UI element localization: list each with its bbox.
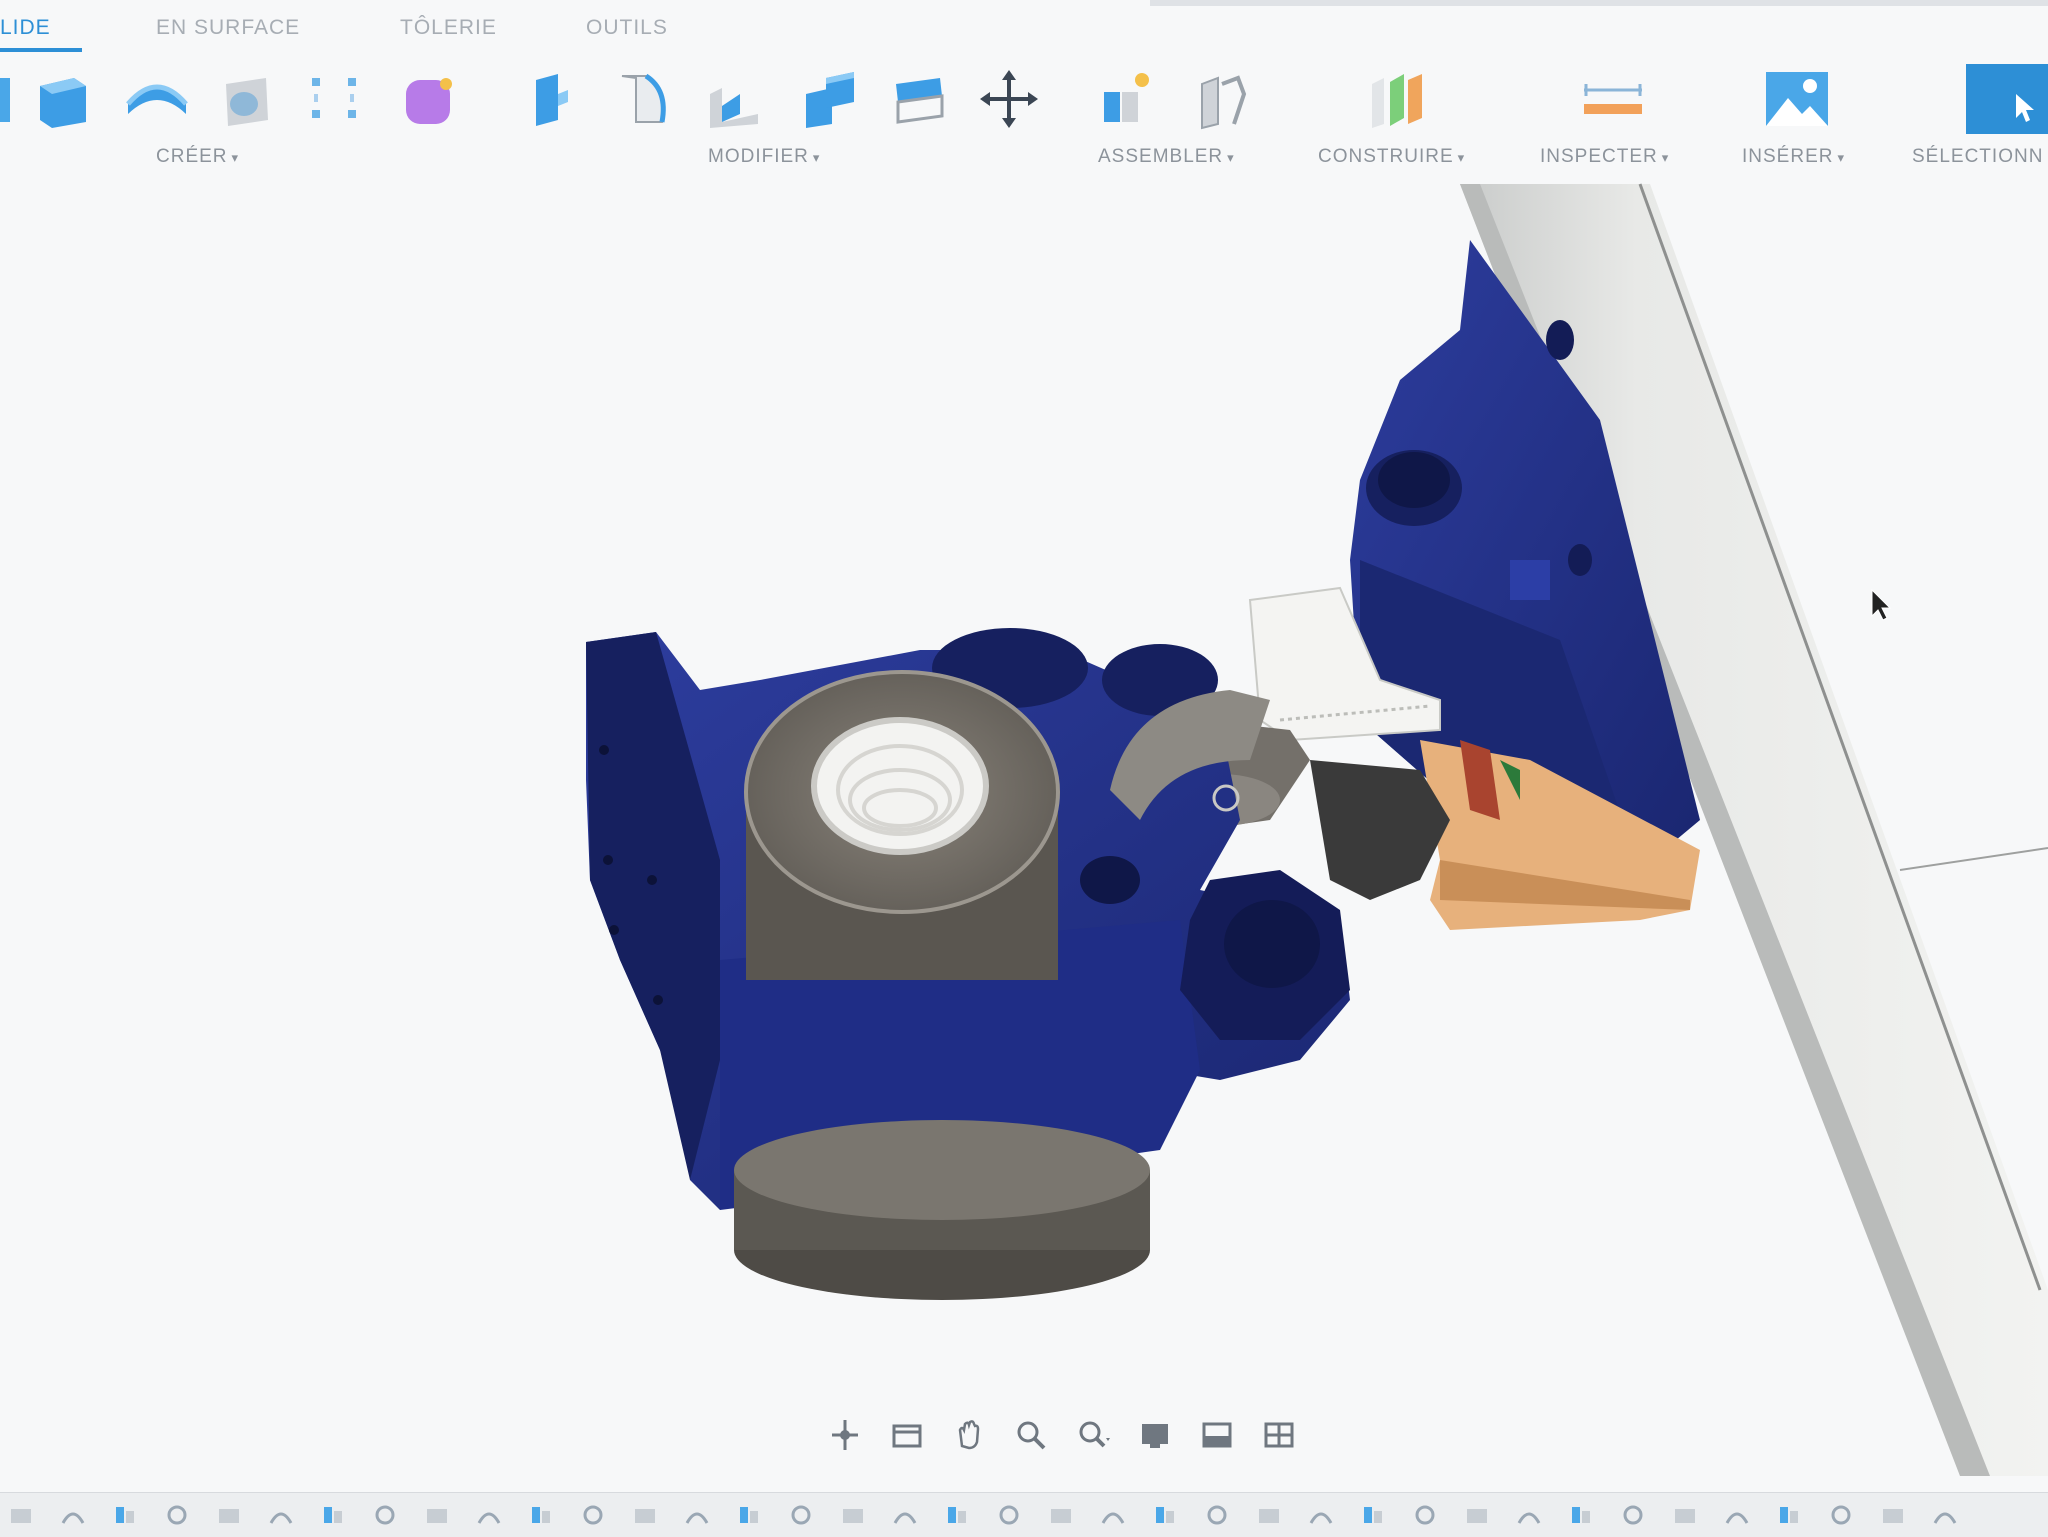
timeline-feature-icon[interactable]	[528, 1503, 554, 1527]
display-settings-icon[interactable]	[1130, 1412, 1180, 1458]
timeline-feature-icon[interactable]	[1828, 1503, 1854, 1527]
move-icon[interactable]	[974, 64, 1044, 134]
timeline-feature-icon[interactable]	[1308, 1503, 1334, 1527]
timeline-feature-icon[interactable]	[1724, 1503, 1750, 1527]
timeline[interactable]	[0, 1492, 2048, 1537]
orbit-icon[interactable]	[820, 1412, 870, 1458]
active-tab-indicator	[0, 48, 82, 52]
press-pull-icon[interactable]	[516, 64, 586, 134]
fit-icon[interactable]	[1068, 1412, 1118, 1458]
grid-settings-icon[interactable]	[1192, 1412, 1242, 1458]
tab-surface[interactable]: EN SURFACE	[156, 16, 300, 40]
construct-plane-icon[interactable]	[1364, 64, 1434, 134]
timeline-feature-icon[interactable]	[840, 1503, 866, 1527]
timeline-feature-icon[interactable]	[1256, 1503, 1282, 1527]
joint-icon[interactable]	[1188, 64, 1258, 134]
revolve-icon[interactable]	[122, 64, 192, 134]
timeline-feature-icon[interactable]	[996, 1503, 1022, 1527]
mouse-cursor	[1871, 588, 1892, 621]
insert-image-icon[interactable]	[1762, 64, 1832, 134]
hole-icon[interactable]	[212, 64, 282, 134]
timeline-feature-icon[interactable]	[1412, 1503, 1438, 1527]
timeline-feature-icon[interactable]	[60, 1503, 86, 1527]
workspace-tabs: LIDE EN SURFACE TÔLERIE OUTILS	[0, 0, 2048, 52]
timeline-feature-icon[interactable]	[736, 1503, 762, 1527]
group-modifier[interactable]: MODIFIER ▾	[708, 146, 820, 168]
timeline-feature-icon[interactable]	[320, 1503, 346, 1527]
timeline-feature-icon[interactable]	[1880, 1503, 1906, 1527]
timeline-feature-icon[interactable]	[580, 1503, 606, 1527]
timeline-feature-icon[interactable]	[1048, 1503, 1074, 1527]
navigation-bar	[820, 1410, 1304, 1460]
group-inserer[interactable]: INSÉRER ▾	[1742, 146, 1845, 168]
timeline-feature-icon[interactable]	[632, 1503, 658, 1527]
timeline-feature-icon[interactable]	[1672, 1503, 1698, 1527]
3d-viewport[interactable]	[0, 180, 2048, 1476]
new-component-icon[interactable]	[1092, 64, 1162, 134]
tab-outils[interactable]: OUTILS	[586, 16, 668, 40]
model-canvas[interactable]	[0, 180, 2048, 1476]
zoom-icon[interactable]	[1006, 1412, 1056, 1458]
ribbon-toolbar: CRÉER ▾ MODIFIER ▾ ASSEMBLER ▾ CONSTRUIRE ▾ …	[0, 56, 2048, 180]
pattern-icon[interactable]	[300, 64, 370, 134]
timeline-feature-icon[interactable]	[112, 1503, 138, 1527]
group-selectionner[interactable]: SÉLECTIONN	[1912, 146, 2043, 168]
look-at-icon[interactable]	[882, 1412, 932, 1458]
form-icon[interactable]	[396, 64, 466, 134]
shell-icon[interactable]	[884, 64, 954, 134]
timeline-feature-icon[interactable]	[892, 1503, 918, 1527]
pan-icon[interactable]	[944, 1412, 994, 1458]
group-assembler[interactable]: ASSEMBLER ▾	[1098, 146, 1235, 168]
timeline-feature-icon[interactable]	[476, 1503, 502, 1527]
extrude-icon[interactable]	[28, 64, 98, 134]
measure-icon[interactable]	[1578, 64, 1648, 134]
timeline-feature-icon[interactable]	[268, 1503, 294, 1527]
timeline-feature-icon[interactable]	[164, 1503, 190, 1527]
timeline-feature-icon[interactable]	[788, 1503, 814, 1527]
timeline-feature-icon[interactable]	[216, 1503, 242, 1527]
chamfer-icon[interactable]	[700, 64, 770, 134]
timeline-feature-icon[interactable]	[372, 1503, 398, 1527]
tab-tolerie[interactable]: TÔLERIE	[400, 16, 497, 40]
group-construire[interactable]: CONSTRUIRE ▾	[1318, 146, 1465, 168]
combine-icon[interactable]	[792, 64, 862, 134]
viewports-icon[interactable]	[1254, 1412, 1304, 1458]
timeline-feature-icon[interactable]	[424, 1503, 450, 1527]
fillet-icon[interactable]	[606, 64, 676, 134]
timeline-feature-icon[interactable]	[1776, 1503, 1802, 1527]
timeline-feature-icon[interactable]	[1204, 1503, 1230, 1527]
timeline-feature-icon[interactable]	[1152, 1503, 1178, 1527]
timeline-feature-icon[interactable]	[1360, 1503, 1386, 1527]
timeline-feature-icon[interactable]	[1464, 1503, 1490, 1527]
group-inspecter[interactable]: INSPECTER ▾	[1540, 146, 1669, 168]
timeline-feature-icon[interactable]	[1620, 1503, 1646, 1527]
timeline-feature-icon[interactable]	[1568, 1503, 1594, 1527]
select-icon[interactable]	[1966, 64, 2048, 134]
tab-solide[interactable]: LIDE	[0, 16, 51, 40]
timeline-feature-icon[interactable]	[1100, 1503, 1126, 1527]
timeline-feature-icon[interactable]	[1932, 1503, 1958, 1527]
group-creer[interactable]: CRÉER ▾	[156, 146, 239, 168]
timeline-feature-icon[interactable]	[8, 1503, 34, 1527]
timeline-feature-icon[interactable]	[1516, 1503, 1542, 1527]
timeline-feature-icon[interactable]	[944, 1503, 970, 1527]
timeline-feature-icon[interactable]	[684, 1503, 710, 1527]
